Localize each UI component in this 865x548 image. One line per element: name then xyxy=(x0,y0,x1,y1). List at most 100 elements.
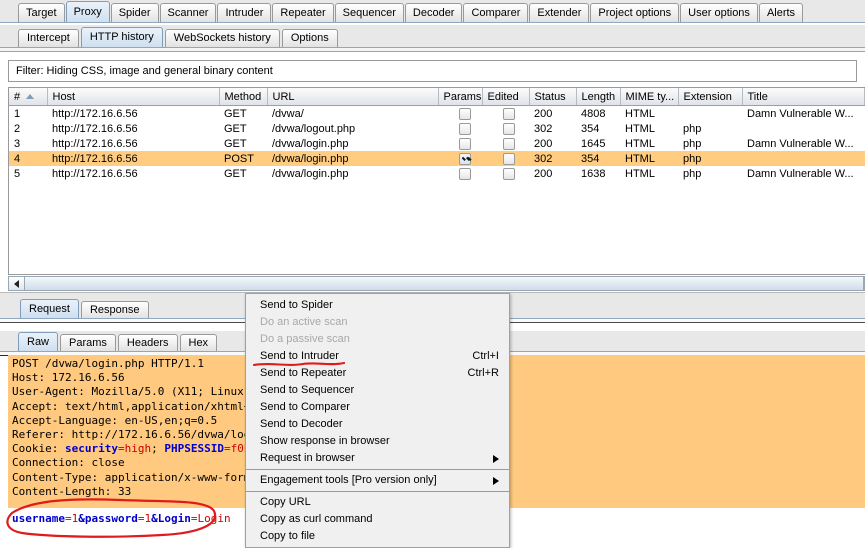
context-menu: Send to Spider Do an active scan Do a pass… xyxy=(245,293,510,548)
cell-edited[interactable] xyxy=(482,166,529,181)
cell-title: Damn Vulnerable W... xyxy=(747,107,854,120)
main-tab-proxy[interactable]: Proxy xyxy=(65,1,110,22)
table-horizontal-scrollbar[interactable] xyxy=(8,276,865,291)
sub-tab-intercept[interactable]: Intercept xyxy=(18,29,79,47)
menu-item-label: Send to Spider xyxy=(260,299,333,311)
sub-tab-http-history[interactable]: HTTP history xyxy=(80,27,163,47)
format-tab-params[interactable]: Params xyxy=(60,334,116,351)
menu-item-show-response-in-browser[interactable]: Show response in browser xyxy=(246,433,509,450)
menu-item-label: Do a passive scan xyxy=(260,333,350,345)
menu-item-send-to-spider[interactable]: Send to Spider xyxy=(246,297,509,314)
column-header-method[interactable]: Method xyxy=(219,88,268,106)
checkbox-unchecked-icon[interactable] xyxy=(503,152,515,165)
table-row[interactable]: 3 http://172.16.6.56 GET/dvwa/login.php 200… xyxy=(9,136,865,151)
checkbox-unchecked-icon[interactable] xyxy=(503,122,515,135)
table-row[interactable]: 1 http://172.16.6.56 GET/dvwa/200 4808 HTML D… xyxy=(9,106,865,122)
main-tab-scanner[interactable]: Scanner xyxy=(159,3,217,22)
main-tab-alerts[interactable]: Alerts xyxy=(758,3,804,22)
column-header-[interactable]: # xyxy=(9,88,48,106)
cell-length: 1645 xyxy=(581,137,606,150)
column-header-length[interactable]: Length xyxy=(576,88,621,106)
cell-params[interactable] xyxy=(438,121,482,136)
table-row[interactable]: 5 http://172.16.6.56 GET/dvwa/login.php 200… xyxy=(9,166,865,181)
column-header-label: Host xyxy=(52,90,76,103)
checkbox-unchecked-icon[interactable] xyxy=(459,167,471,180)
format-tab-headers[interactable]: Headers xyxy=(117,334,178,351)
menu-item-shortcut: Ctrl+R xyxy=(467,367,499,379)
menu-item-do-an-active-scan: Do an active scan xyxy=(246,314,509,331)
checkbox-unchecked-icon[interactable] xyxy=(459,137,471,150)
request-connection-header: Connection: close xyxy=(12,456,125,470)
menu-item-send-to-repeater[interactable]: Send to Repeater Ctrl+R xyxy=(246,365,509,382)
checkbox-unchecked-icon[interactable] xyxy=(503,137,515,150)
message-tab-response[interactable]: Response xyxy=(80,301,149,318)
sub-tab-websockets-history[interactable]: WebSockets history xyxy=(164,29,280,47)
menu-item-copy-as-curl-command[interactable]: Copy as curl command xyxy=(246,511,509,528)
main-tab-comparer[interactable]: Comparer xyxy=(463,3,529,22)
cell-mime: HTML xyxy=(625,137,655,150)
cell-extension xyxy=(678,106,742,122)
column-header-host[interactable]: Host xyxy=(47,88,220,106)
column-header-extension[interactable]: Extension xyxy=(678,88,743,106)
main-tab-repeater[interactable]: Repeater xyxy=(272,3,334,22)
column-header-status[interactable]: Status xyxy=(529,88,577,106)
cell-params[interactable] xyxy=(438,151,482,166)
cell-num: 5 xyxy=(14,167,21,180)
column-header-title[interactable]: Title xyxy=(742,88,865,106)
main-tab-project-options[interactable]: Project options xyxy=(590,3,680,22)
menu-item-copy-to-file[interactable]: Copy to file xyxy=(246,528,509,545)
main-tab-user-options[interactable]: User options xyxy=(680,3,758,22)
main-tab-spider[interactable]: Spider xyxy=(110,3,159,22)
column-header-edited[interactable]: Edited xyxy=(482,88,530,106)
menu-item-engagement-tools-pro-version-only[interactable]: Engagement tools [Pro version only] xyxy=(246,472,509,489)
checkbox-unchecked-icon[interactable] xyxy=(459,107,471,120)
table-row[interactable]: 2 http://172.16.6.56 GET/dvwa/logout.php 30… xyxy=(9,121,865,136)
menu-item-copy-url[interactable]: Copy URL xyxy=(246,494,509,511)
format-tab-hex[interactable]: Hex xyxy=(179,334,218,351)
menu-item-label: Request in browser xyxy=(260,452,355,464)
menu-item-label: Copy to file xyxy=(260,530,316,542)
main-tab-intruder[interactable]: Intruder xyxy=(217,3,272,22)
checkbox-unchecked-icon[interactable] xyxy=(459,122,471,135)
filter-bar[interactable]: Filter: Hiding CSS, image and general bi… xyxy=(8,60,857,82)
format-tab-raw[interactable]: Raw xyxy=(18,332,59,351)
main-tab-decoder[interactable]: Decoder xyxy=(404,3,463,22)
cell-edited[interactable] xyxy=(482,151,529,166)
menu-separator xyxy=(246,491,509,492)
column-header-mime-ty[interactable]: MIME ty... xyxy=(620,88,679,106)
sub-tab-divider xyxy=(0,47,865,52)
cell-params[interactable] xyxy=(438,136,482,151)
column-header-url[interactable]: URL xyxy=(267,88,439,106)
cell-length: 4808 xyxy=(581,107,606,120)
message-tab-request[interactable]: Request xyxy=(20,299,79,318)
checkbox-unchecked-icon[interactable] xyxy=(503,167,515,180)
scrollbar-thumb[interactable] xyxy=(25,277,864,290)
main-tab-sequencer[interactable]: Sequencer xyxy=(334,3,404,22)
menu-item-send-to-decoder[interactable]: Send to Decoder xyxy=(246,416,509,433)
cell-num: 1 xyxy=(14,107,21,120)
checkbox-checked-icon[interactable] xyxy=(459,152,471,165)
menu-item-label: Send to Intruder xyxy=(260,350,339,362)
main-tab-extender[interactable]: Extender xyxy=(529,3,590,22)
table-row[interactable]: 4 http://172.16.6.56 POST/dvwa/login.php 30… xyxy=(9,151,865,166)
cell-method: GET xyxy=(224,137,247,150)
cell-edited[interactable] xyxy=(482,121,529,136)
main-tab-target[interactable]: Target xyxy=(18,3,65,22)
scroll-left-arrow-icon[interactable] xyxy=(9,277,25,290)
cell-length: 1638 xyxy=(581,167,606,180)
menu-item-send-to-sequencer[interactable]: Send to Sequencer xyxy=(246,382,509,399)
cell-params[interactable] xyxy=(438,166,482,181)
column-header-params[interactable]: Params xyxy=(438,88,483,106)
cell-edited[interactable] xyxy=(482,136,529,151)
menu-item-request-in-browser[interactable]: Request in browser xyxy=(246,450,509,467)
menu-item-send-to-intruder[interactable]: Send to Intruder Ctrl+I xyxy=(246,348,509,365)
cell-edited[interactable] xyxy=(482,106,529,122)
checkbox-unchecked-icon[interactable] xyxy=(503,107,515,120)
cell-params[interactable] xyxy=(438,106,482,122)
param-key-password: password xyxy=(84,512,138,525)
menu-item-send-to-comparer[interactable]: Send to Comparer xyxy=(246,399,509,416)
menu-item-label: Copy as curl command xyxy=(260,513,373,525)
request-accept-language-header: Accept-Language: en-US,en;q=0.5 xyxy=(12,413,218,427)
column-header-label: Params xyxy=(443,90,482,103)
sub-tab-options[interactable]: Options xyxy=(281,29,338,47)
